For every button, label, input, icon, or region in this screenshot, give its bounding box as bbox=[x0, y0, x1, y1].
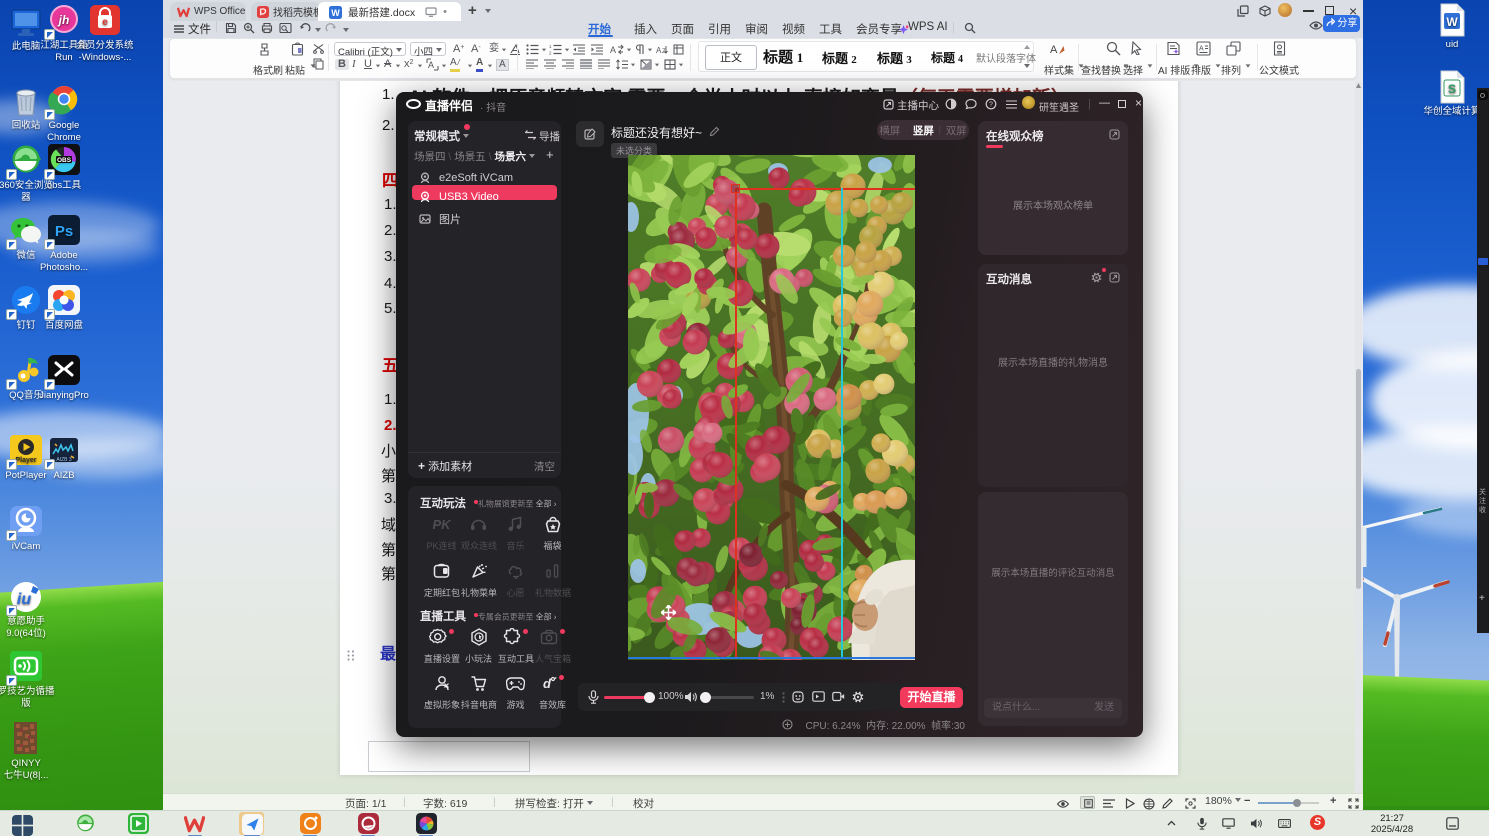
svg-text:1: 1 bbox=[549, 44, 552, 49]
svg-text:AIZB 3: AIZB 3 bbox=[56, 457, 72, 463]
svg-text:A: A bbox=[1199, 46, 1204, 53]
svg-text:OBS: OBS bbox=[57, 157, 72, 164]
svg-text:W: W bbox=[1446, 15, 1458, 29]
svg-text:?: ? bbox=[989, 102, 993, 109]
svg-text:iu: iu bbox=[17, 591, 31, 608]
svg-text:S: S bbox=[1448, 82, 1456, 96]
svg-text:2: 2 bbox=[549, 51, 552, 56]
svg-text:A: A bbox=[610, 45, 616, 55]
svg-text:Ps: Ps bbox=[55, 223, 73, 240]
svg-text:A: A bbox=[428, 60, 434, 70]
svg-text:W: W bbox=[331, 8, 340, 18]
svg-text:d: d bbox=[543, 676, 552, 691]
svg-text:e: e bbox=[102, 17, 108, 28]
svg-text:A: A bbox=[1050, 44, 1058, 56]
